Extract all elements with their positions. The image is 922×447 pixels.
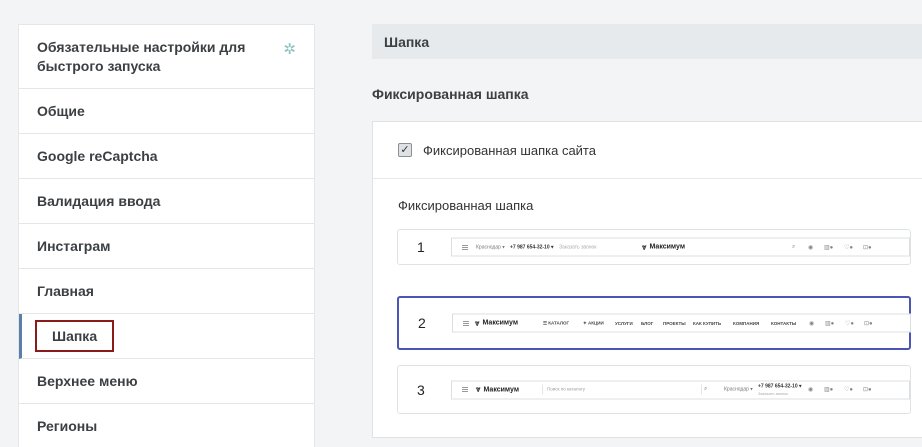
preview-callback: Заказать звонок <box>559 244 597 250</box>
option-number: 1 <box>417 239 425 255</box>
option-number: 3 <box>417 381 425 398</box>
favorites-icon: ♡● <box>844 244 854 251</box>
favorites-icon: ♡● <box>844 387 854 393</box>
burger-icon <box>462 387 468 392</box>
logo-icon: ⩔ <box>642 242 647 251</box>
preview-phone: +7 987 654-32-10 ▾ <box>510 244 554 250</box>
preview-menu-item: ☰ КАТАЛОГ <box>543 320 570 325</box>
settings-sidebar: Обязательные настройки для быстрого запу… <box>18 24 315 447</box>
fixed-header-checkbox-row[interactable]: ✓ Фиксированная шапка сайта <box>373 122 922 179</box>
settings-main: Шапка Фиксированная шапка ✓ Фиксированна… <box>372 24 922 438</box>
sidebar-item-header[interactable]: Шапка <box>19 314 314 359</box>
sidebar-item-quick-start[interactable]: Обязательные настройки для быстрого запу… <box>19 25 314 89</box>
header-preview: Краснодар ▾ +7 987 654-32-10 ▾ Заказать … <box>451 237 910 257</box>
burger-icon <box>463 320 469 326</box>
sidebar-item-recaptcha[interactable]: Google reCaptcha <box>19 134 314 179</box>
sidebar-item-instagram[interactable]: Инстаграм <box>19 224 314 269</box>
options-title: Фиксированная шапка <box>398 198 534 213</box>
preview-menu-item: КАК КУПИТЬ <box>693 320 722 326</box>
user-icon: ◉ <box>809 320 815 327</box>
sidebar-item-regions[interactable]: Регионы <box>19 404 314 447</box>
user-icon: ◉ <box>808 387 814 393</box>
preview-menu-item: КОМПАНИЯ <box>733 320 760 326</box>
preview-logo: ⩔ Максимум <box>642 242 685 252</box>
compare-icon: ▥● <box>825 320 835 327</box>
preview-callback: Заказать звонок <box>758 391 788 397</box>
preview-logo: ⩔ Максимум <box>475 318 518 328</box>
group-title: Фиксированная шапка <box>372 86 529 102</box>
header-preview: ⩔ Максимум Поиск по каталогу ⌕ Краснодар … <box>451 380 910 399</box>
header-option-2[interactable]: 2 ⩔ Максимум ☰ КАТАЛОГ ✦ АКЦИИ УСЛУГИ БЛО… <box>397 296 911 350</box>
logo-text: Максимум <box>649 243 685 251</box>
favorites-icon: ♡● <box>845 320 855 327</box>
fixed-header-card: ✓ Фиксированная шапка сайта Фиксированна… <box>372 121 922 438</box>
compare-icon: ▥● <box>824 387 834 393</box>
burger-icon <box>462 244 468 250</box>
sidebar-item-label: Инстаграм <box>37 238 111 254</box>
section-title: Шапка <box>372 24 922 59</box>
compare-icon: ▥● <box>824 244 834 251</box>
sidebar-item-label: Обязательные настройки для быстрого запу… <box>37 38 246 74</box>
sidebar-item-general[interactable]: Общие <box>19 89 314 134</box>
sidebar-item-label: Валидация ввода <box>37 193 161 209</box>
option-number: 2 <box>418 315 426 331</box>
preview-city: Краснодар ▾ <box>724 386 753 393</box>
sidebar-item-label: Шапка <box>35 320 115 352</box>
sidebar-item-input-validation[interactable]: Валидация ввода <box>19 179 314 224</box>
header-option-1[interactable]: 1 Краснодар ▾ +7 987 654-32-10 ▾ Заказат… <box>397 229 911 265</box>
checkbox-label: Фиксированная шапка сайта <box>423 142 596 158</box>
preview-menu-item: ✦ АКЦИИ <box>583 320 604 325</box>
preview-menu-item: УСЛУГИ <box>615 320 633 326</box>
star-icon: ✲ <box>283 41 296 58</box>
logo-icon: ⩔ <box>476 384 481 394</box>
sidebar-item-label: Общие <box>37 103 85 119</box>
preview-search: Поиск по каталогу <box>542 384 702 395</box>
preview-city: Краснодар ▾ <box>476 244 505 250</box>
fixed-header-checkbox[interactable]: ✓ <box>398 143 412 157</box>
sidebar-item-label: Верхнее меню <box>37 373 138 389</box>
settings-page: Обязательные настройки для быстрого запу… <box>0 0 922 447</box>
checkmark-icon: ✓ <box>400 143 410 156</box>
preview-menu-item: БЛОГ <box>641 320 654 326</box>
preview-menu-item: ПРОЕКТЫ <box>663 320 686 326</box>
logo-icon: ⩔ <box>475 318 480 327</box>
user-icon: ◉ <box>808 244 814 251</box>
search-icon: ⌕ <box>792 243 796 250</box>
logo-text: Максимум <box>482 319 518 327</box>
preview-phone: +7 987 654-32-10 ▾ <box>758 383 802 390</box>
cart-icon: ⊡● <box>863 387 872 393</box>
cart-icon: ⊡● <box>863 244 872 251</box>
sidebar-item-main[interactable]: Главная <box>19 269 314 314</box>
header-option-3[interactable]: 3 ⩔ Максимум Поиск по каталогу ⌕ Краснода… <box>397 365 911 414</box>
search-icon: ⌕ <box>704 386 708 392</box>
sidebar-item-label: Главная <box>37 283 94 299</box>
sidebar-item-top-menu[interactable]: Верхнее меню <box>19 359 314 404</box>
logo-text: Максимум <box>483 386 519 393</box>
sidebar-item-label: Google reCaptcha <box>37 148 158 164</box>
sidebar-item-label: Регионы <box>37 418 98 434</box>
preview-menu-item: КОНТАКТЫ <box>771 320 797 326</box>
header-preview: ⩔ Максимум ☰ КАТАЛОГ ✦ АКЦИИ УСЛУГИ БЛОГ … <box>452 313 911 333</box>
preview-logo: ⩔ Максимум <box>476 385 519 395</box>
cart-icon: ⊡● <box>864 320 873 327</box>
